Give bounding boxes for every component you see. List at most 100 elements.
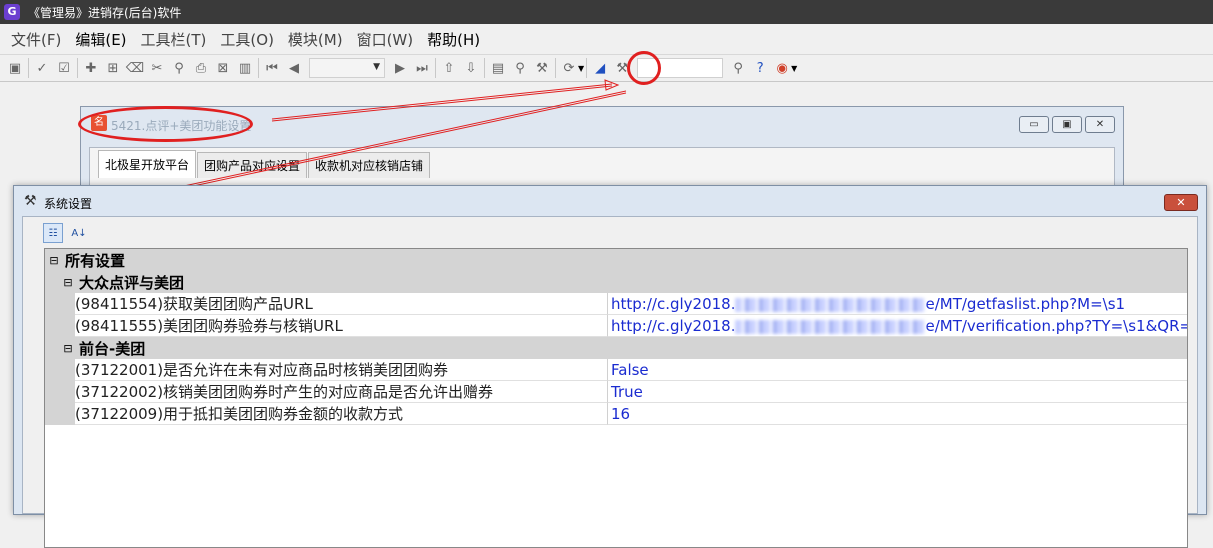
- toolbar-separator: [586, 58, 588, 78]
- property-label: (37122001)是否允许在未有对应商品时核销美团团购券: [75, 359, 607, 381]
- menubar: 文件(F) 编辑(E) 工具栏(T) 工具(O) 模块(M) 窗口(W) 帮助(…: [0, 24, 1213, 54]
- property-grid: ⊟ 所有设置 ⊟ 大众点评与美团 (98411554)获取美团团购产品URL h…: [44, 248, 1188, 548]
- property-value[interactable]: http://c.gly2018. e/MT/verification.php?T…: [607, 315, 1187, 337]
- property-value[interactable]: True: [607, 381, 1187, 403]
- collapse-icon[interactable]: ⊟: [47, 254, 61, 267]
- value-suffix: e/MT/getfaslist.php?M=\s1: [925, 295, 1126, 313]
- cut-icon[interactable]: ✂: [146, 57, 168, 79]
- collapse-icon[interactable]: ⊟: [61, 342, 75, 355]
- check-icon[interactable]: ✓: [31, 57, 53, 79]
- system-settings-window: ⚒ 系统设置 ✕ ☷ A↓ ⊟ 所有设置 ⊟ 大众点评与美团 (98411554…: [13, 185, 1207, 548]
- chevron-down-icon: ▼: [373, 62, 380, 72]
- tab-polaris-platform[interactable]: 北极星开放平台: [98, 150, 197, 178]
- main-toolbar: ▣ ✓ ☑ ✚ ⊞ ⌫ ✂ ⚲ ⎙ ⊠ ▥ ⏮ ◀ ▼ ▶ ⏭ ⇧ ⇩ ▤ ⚲ …: [0, 54, 1213, 82]
- checkbox-icon[interactable]: ☑: [53, 57, 75, 79]
- add-icon[interactable]: ✚: [80, 57, 102, 79]
- property-row[interactable]: (37122009)用于抵扣美团团购券金额的收款方式 16: [45, 403, 1187, 425]
- categorized-view-icon[interactable]: ☷: [43, 223, 63, 243]
- next-record-icon[interactable]: ▶: [389, 57, 411, 79]
- row-margin: [45, 359, 75, 381]
- search-doc-icon[interactable]: ⚲: [509, 57, 531, 79]
- delete-icon[interactable]: ⌫: [124, 57, 146, 79]
- property-label: (98411555)美团团购券验券与核销URL: [75, 315, 607, 337]
- root-category-row[interactable]: ⊟ 所有设置: [45, 249, 1187, 271]
- app-logo-icon: G: [4, 4, 20, 20]
- property-grid-toolbar: ☷ A↓: [43, 223, 89, 243]
- move-down-icon[interactable]: ⇩: [460, 57, 482, 79]
- window-controls: ▭ ▣ ✕: [1019, 116, 1115, 133]
- stop-icon[interactable]: ◉: [771, 57, 793, 79]
- property-label: (37122009)用于抵扣美团团购券金额的收款方式: [75, 403, 607, 425]
- toolbar-separator: [555, 58, 556, 78]
- property-label: (98411554)获取美团团购产品URL: [75, 293, 607, 315]
- sort-alpha-icon[interactable]: A↓: [69, 223, 89, 243]
- print-icon[interactable]: ⎙: [190, 57, 212, 79]
- menu-help[interactable]: 帮助(H): [420, 29, 487, 50]
- record-select[interactable]: ▼: [309, 58, 385, 78]
- value-suffix: e/MT/verification.php?TY=\s1&QR=\s2: [925, 317, 1187, 335]
- row-margin: [45, 403, 75, 425]
- menu-tools[interactable]: 工具(O): [213, 29, 281, 50]
- menu-window[interactable]: 窗口(W): [350, 29, 421, 50]
- export-icon[interactable]: ⊠: [212, 57, 234, 79]
- tab-cashier-store-mapping[interactable]: 收款机对应核销店铺: [308, 152, 431, 178]
- preview-icon[interactable]: ▤: [487, 57, 509, 79]
- app-titlebar: G 《管理易》进销存(后台)软件: [0, 0, 1213, 24]
- search-icon[interactable]: ⚲: [727, 57, 749, 79]
- row-margin: [45, 381, 75, 403]
- property-value[interactable]: False: [607, 359, 1187, 381]
- toolbar-separator: [484, 58, 485, 78]
- redacted-text: [735, 297, 926, 312]
- chevron-down-icon[interactable]: ▼: [791, 64, 797, 73]
- property-row[interactable]: (37122001)是否允许在未有对应商品时核销美团团购券 False: [45, 359, 1187, 381]
- last-record-icon[interactable]: ⏭: [411, 57, 433, 79]
- category-label: 前台-美团: [79, 339, 146, 358]
- category-label: 大众点评与美团: [79, 273, 185, 292]
- tab-groupbuy-product-mapping[interactable]: 团购产品对应设置: [197, 152, 308, 178]
- close-button[interactable]: ✕: [1085, 116, 1115, 133]
- tools-icon: ⚒: [24, 193, 37, 209]
- maximize-button[interactable]: ▣: [1052, 116, 1082, 133]
- menu-file[interactable]: 文件(F): [4, 29, 68, 50]
- flag-icon[interactable]: ◢: [589, 57, 611, 79]
- toolbar-separator: [258, 58, 259, 78]
- first-record-icon[interactable]: ⏮: [261, 57, 283, 79]
- insert-row-icon[interactable]: ⊞: [102, 57, 124, 79]
- redacted-text: [735, 319, 926, 334]
- row-margin: [45, 315, 75, 337]
- property-value[interactable]: http://c.gly2018. e/MT/getfaslist.php?M=\…: [607, 293, 1187, 315]
- book-icon[interactable]: ▥: [234, 57, 256, 79]
- refresh-icon[interactable]: ⟳: [558, 57, 580, 79]
- prev-record-icon[interactable]: ◀: [283, 57, 305, 79]
- menu-edit[interactable]: 编辑(E): [68, 29, 133, 50]
- save-icon[interactable]: ▣: [4, 57, 26, 79]
- minimize-button[interactable]: ▭: [1019, 116, 1049, 133]
- toolbar-separator: [77, 58, 78, 78]
- app-title: 《管理易》进销存(后台)软件: [28, 5, 182, 20]
- root-category-label: 所有设置: [65, 251, 126, 270]
- find-icon[interactable]: ⚲: [168, 57, 190, 79]
- toolbar-separator: [435, 58, 436, 78]
- help-icon[interactable]: ?: [749, 57, 771, 79]
- value-prefix: http://c.gly2018.: [611, 295, 736, 313]
- chevron-down-icon[interactable]: ▼: [578, 64, 584, 73]
- property-row[interactable]: (98411554)获取美团团购产品URL http://c.gly2018. e…: [45, 293, 1187, 315]
- property-label: (37122002)核销美团团购券时产生的对应商品是否允许出赠券: [75, 381, 607, 403]
- property-row[interactable]: (37122002)核销美团团购券时产生的对应商品是否允许出赠券 True: [45, 381, 1187, 403]
- value-prefix: http://c.gly2018.: [611, 317, 736, 335]
- menu-module[interactable]: 模块(M): [281, 29, 350, 50]
- category-row[interactable]: ⊟ 前台-美团: [45, 337, 1187, 359]
- property-value[interactable]: 16: [607, 403, 1187, 425]
- category-row[interactable]: ⊟ 大众点评与美团: [45, 271, 1187, 293]
- move-up-icon[interactable]: ⇧: [438, 57, 460, 79]
- property-row[interactable]: (98411555)美团团购券验券与核销URL http://c.gly2018…: [45, 315, 1187, 337]
- row-margin: [45, 293, 75, 315]
- tools-icon[interactable]: ⚒: [531, 57, 553, 79]
- collapse-icon[interactable]: ⊟: [61, 276, 75, 289]
- annotation-circle: [627, 51, 661, 85]
- window-title: 系统设置: [44, 197, 93, 211]
- menu-toolbar[interactable]: 工具栏(T): [134, 29, 214, 50]
- close-button[interactable]: ✕: [1164, 194, 1198, 211]
- annotation-ellipse: [78, 106, 253, 142]
- toolbar-separator: [28, 58, 29, 78]
